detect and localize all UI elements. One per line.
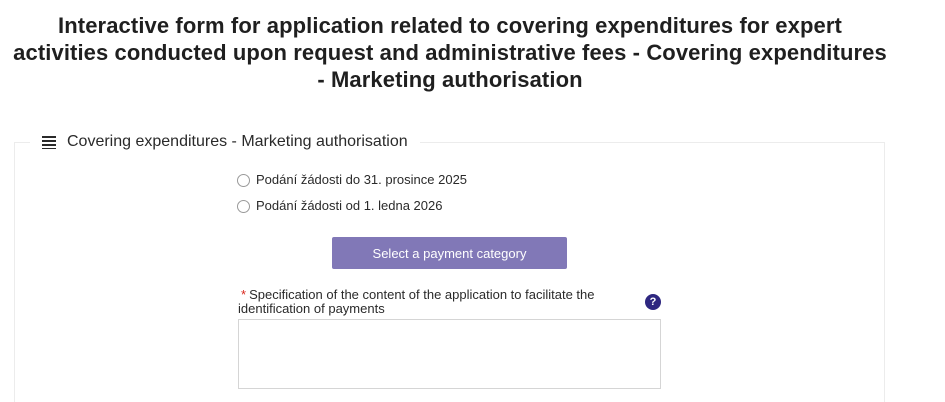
- radio-button[interactable]: [237, 173, 250, 187]
- radio-option-submission-from-2026[interactable]: Podání žádosti od 1. ledna 2026: [237, 197, 442, 213]
- question-mark-icon[interactable]: ?: [645, 294, 661, 310]
- specification-textarea[interactable]: [238, 319, 661, 389]
- radio-button[interactable]: [237, 199, 250, 213]
- required-marker: *: [241, 287, 247, 302]
- page-title: Interactive form for application related…: [13, 13, 887, 92]
- specification-label-text: Specification of the content of the appl…: [238, 287, 595, 316]
- radio-option-label: Podání žádosti do 31. prosince 2025: [256, 171, 468, 187]
- radio-option-submission-until-2025[interactable]: Podání žádosti do 31. prosince 2025: [237, 171, 467, 187]
- section-legend: Covering expenditures - Marketing author…: [30, 132, 420, 152]
- section-legend-label: Covering expenditures - Marketing author…: [67, 133, 408, 150]
- list-icon: [42, 135, 56, 149]
- select-payment-category-button[interactable]: Select a payment category: [332, 237, 567, 269]
- radio-option-label: Podání žádosti od 1. ledna 2026: [256, 197, 443, 213]
- specification-label: * Specification of the content of the app…: [238, 288, 618, 316]
